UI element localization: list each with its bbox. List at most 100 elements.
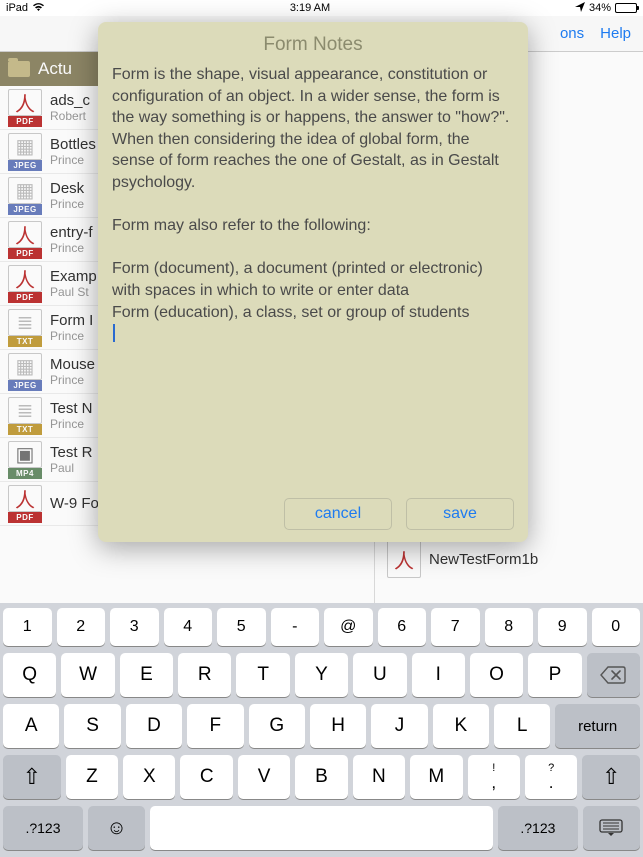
- key-@[interactable]: @: [324, 608, 373, 646]
- file-type-badge: TXT: [8, 336, 42, 347]
- space-key[interactable]: [150, 806, 493, 850]
- file-name: ads_c: [50, 92, 90, 109]
- txt-icon: ≣: [17, 310, 34, 335]
- file-type-badge: JPEG: [8, 380, 42, 391]
- key-0[interactable]: 0: [592, 608, 641, 646]
- file-subtitle: Robert: [50, 109, 90, 123]
- status-bar: iPad 3:19 AM 34%: [0, 0, 643, 16]
- key-c[interactable]: C: [180, 755, 232, 799]
- key-5[interactable]: 5: [217, 608, 266, 646]
- pdf-icon: 人: [394, 545, 414, 574]
- file-name: Form I: [50, 312, 93, 329]
- key-p[interactable]: P: [528, 653, 581, 697]
- key-period[interactable]: ?.: [525, 755, 577, 799]
- save-button[interactable]: save: [406, 498, 514, 530]
- key-m[interactable]: M: [410, 755, 462, 799]
- key--[interactable]: -: [271, 608, 320, 646]
- key-z[interactable]: Z: [66, 755, 118, 799]
- file-type-badge: PDF: [8, 116, 42, 127]
- key-6[interactable]: 6: [378, 608, 427, 646]
- key-e[interactable]: E: [120, 653, 173, 697]
- key-g[interactable]: G: [249, 704, 305, 748]
- key-y[interactable]: Y: [295, 653, 348, 697]
- file-name: Desk: [50, 180, 84, 197]
- key-v[interactable]: V: [238, 755, 290, 799]
- jpeg-icon: ▦: [16, 134, 35, 159]
- return-key[interactable]: return: [555, 704, 640, 748]
- key-7[interactable]: 7: [431, 608, 480, 646]
- key-x[interactable]: X: [123, 755, 175, 799]
- backspace-key[interactable]: [587, 653, 640, 697]
- key-9[interactable]: 9: [538, 608, 587, 646]
- battery-percent: 34%: [589, 2, 611, 14]
- pdf-icon: 人: [15, 265, 35, 292]
- file-type-badge: JPEG: [8, 160, 42, 171]
- folder-title: Actu: [38, 59, 72, 79]
- file-name: Test N: [50, 400, 93, 417]
- pdf-icon: 人: [15, 89, 35, 116]
- modal-text-area[interactable]: Form is the shape, visual appearance, co…: [112, 64, 514, 490]
- key-2[interactable]: 2: [57, 608, 106, 646]
- key-l[interactable]: L: [494, 704, 550, 748]
- key-3[interactable]: 3: [110, 608, 159, 646]
- file-type-badge: PDF: [8, 512, 42, 523]
- key-4[interactable]: 4: [164, 608, 213, 646]
- file-name: Test R: [50, 444, 93, 461]
- shift-key-left[interactable]: ⇧: [3, 755, 61, 799]
- shift-key-right[interactable]: ⇧: [582, 755, 640, 799]
- nav-link-options[interactable]: ons: [560, 25, 584, 42]
- key-r[interactable]: R: [178, 653, 231, 697]
- file-subtitle: Prince: [50, 329, 93, 343]
- key-q[interactable]: Q: [3, 653, 56, 697]
- file-subtitle: Paul: [50, 461, 93, 475]
- nav-link-help[interactable]: Help: [600, 25, 631, 42]
- key-d[interactable]: D: [126, 704, 182, 748]
- file-subtitle: Prince: [50, 417, 93, 431]
- location-icon: [575, 2, 585, 15]
- txt-icon: ≣: [17, 398, 34, 423]
- file-subtitle: Prince: [50, 241, 93, 255]
- mode-key-right[interactable]: .?123: [498, 806, 578, 850]
- key-k[interactable]: K: [433, 704, 489, 748]
- file-type-badge: PDF: [8, 248, 42, 259]
- key-n[interactable]: N: [353, 755, 405, 799]
- form-notes-modal: Form Notes Form is the shape, visual app…: [98, 22, 528, 542]
- key-j[interactable]: J: [371, 704, 427, 748]
- wifi-icon: [32, 2, 45, 15]
- file-subtitle: Prince: [50, 153, 96, 167]
- file-name: Mouse: [50, 356, 95, 373]
- jpeg-icon: ▦: [16, 354, 35, 379]
- file-subtitle: Paul St: [50, 285, 97, 299]
- key-s[interactable]: S: [64, 704, 120, 748]
- key-8[interactable]: 8: [485, 608, 534, 646]
- detail-file-name: NewTestForm1b: [429, 551, 538, 568]
- key-o[interactable]: O: [470, 653, 523, 697]
- dismiss-keyboard-key[interactable]: [583, 806, 640, 850]
- key-u[interactable]: U: [353, 653, 406, 697]
- jpeg-icon: ▦: [16, 178, 35, 203]
- pdf-icon: 人: [15, 485, 35, 512]
- cancel-button[interactable]: cancel: [284, 498, 392, 530]
- key-w[interactable]: W: [61, 653, 114, 697]
- folder-icon: [8, 61, 30, 77]
- file-name: Examp: [50, 268, 97, 285]
- file-type-badge: JPEG: [8, 204, 42, 215]
- emoji-key[interactable]: ☺: [88, 806, 145, 850]
- file-subtitle: Prince: [50, 197, 84, 211]
- status-time: 3:19 AM: [45, 2, 575, 14]
- key-t[interactable]: T: [236, 653, 289, 697]
- key-f[interactable]: F: [187, 704, 243, 748]
- key-i[interactable]: I: [412, 653, 465, 697]
- file-name: entry-f: [50, 224, 93, 241]
- pdf-icon: 人: [15, 221, 35, 248]
- on-screen-keyboard: 12345-@67890 QWERTYUIOP ASDFGHJKLreturn …: [0, 603, 643, 857]
- mode-key-left[interactable]: .?123: [3, 806, 83, 850]
- key-comma[interactable]: !,: [468, 755, 520, 799]
- file-type-badge: TXT: [8, 424, 42, 435]
- modal-title: Form Notes: [112, 34, 514, 56]
- key-1[interactable]: 1: [3, 608, 52, 646]
- key-a[interactable]: A: [3, 704, 59, 748]
- key-h[interactable]: H: [310, 704, 366, 748]
- key-b[interactable]: B: [295, 755, 347, 799]
- file-type-badge: MP4: [8, 468, 42, 479]
